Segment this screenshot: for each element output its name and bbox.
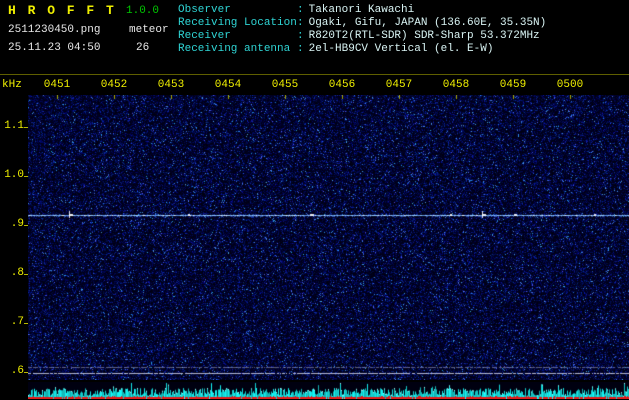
time-tick-label: 0455 [271, 79, 299, 91]
station-info-row: Receiving antenna:2el-HB9CV Vertical (el… [178, 43, 546, 56]
station-info: Observer: Takanori Kawachi Receiving Locat… [178, 4, 546, 56]
info-label: Receiving antenna [178, 43, 291, 55]
spectrogram-canvas [28, 95, 629, 380]
info-value: Ogaki, Gifu, JAPAN (136.60E, 35.35N) [308, 17, 547, 29]
station-info-row: Receiving Location: Ogaki, Gifu, JAPAN (1… [178, 17, 546, 30]
freq-tick-label: 1.1 [4, 120, 24, 132]
station-info-row: Receiver: R820T2(RTL-SDR) SDR-Sharp 53.37… [178, 30, 546, 43]
time-tick-label: 0453 [157, 79, 185, 91]
info-colon: : [297, 17, 304, 29]
info-value: 2el-HB9CV Vertical (el. E-W) [308, 43, 494, 55]
app-version: 1.0.0 [126, 5, 160, 17]
info-label: Receiver [178, 30, 231, 42]
time-tick-label: 0457 [385, 79, 413, 91]
signal-level-strip-canvas [28, 382, 629, 399]
info-colon: : [297, 30, 304, 42]
mode-label: meteor [129, 24, 169, 36]
info-colon: : [297, 4, 304, 16]
freq-tick-label: .6 [10, 365, 24, 377]
header-separator [0, 74, 629, 75]
hrofft-window: H R O F F T 1.0.0 2511230450.png meteor … [0, 0, 629, 400]
output-filename: 2511230450.png [8, 24, 101, 36]
meteor-count: 26 [136, 42, 150, 54]
station-info-row: Observer: Takanori Kawachi [178, 4, 546, 17]
time-tick-label: 0500 [556, 79, 584, 91]
freq-tick-label: .8 [10, 267, 24, 279]
info-colon: : [297, 43, 304, 55]
time-tick-label: 0459 [499, 79, 527, 91]
freq-tick-label: .9 [10, 218, 24, 230]
y-axis-unit-label: kHz [2, 79, 22, 91]
time-tick-label: 0458 [442, 79, 470, 91]
freq-tick-label: .7 [10, 316, 24, 328]
time-tick-label: 0454 [214, 79, 242, 91]
info-value: R820T2(RTL-SDR) SDR-Sharp 53.372MHz [308, 30, 540, 42]
info-label: Receiving Location [178, 17, 297, 29]
time-tick-label: 0456 [328, 79, 356, 91]
info-value: Takanori Kawachi [308, 4, 415, 16]
time-tick-label: 0451 [43, 79, 71, 91]
app-title: H R O F F T [8, 3, 116, 18]
freq-tick-label: 1.0 [4, 169, 24, 181]
info-label: Observer [178, 4, 231, 16]
timestamp: 25.11.23 04:50 [8, 42, 101, 54]
time-tick-label: 0452 [100, 79, 128, 91]
